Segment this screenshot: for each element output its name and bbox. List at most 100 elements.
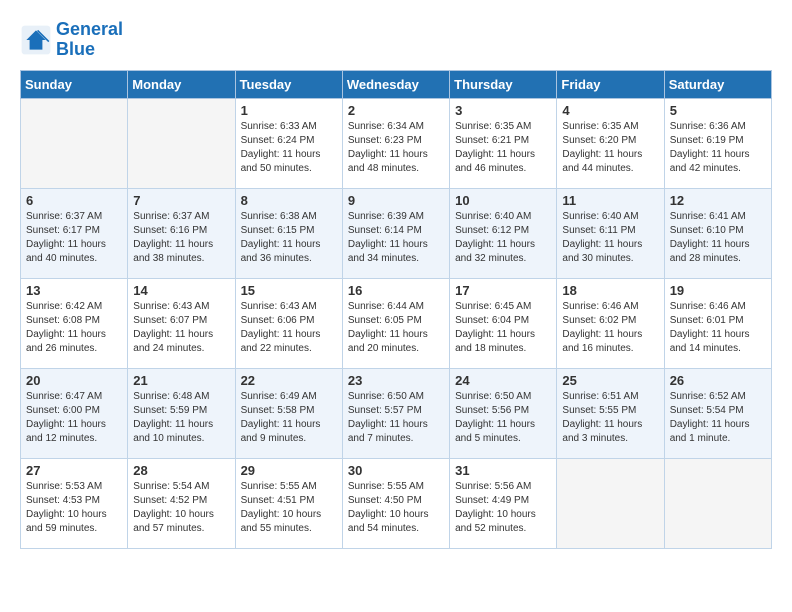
day-number: 1 [241, 103, 337, 118]
day-detail: Sunrise: 6:36 AMSunset: 6:19 PMDaylight:… [670, 120, 766, 176]
calendar-cell: 25 Sunrise: 6:51 AMSunset: 5:55 PMDayligh… [557, 368, 664, 458]
day-number: 5 [670, 103, 766, 118]
day-number: 24 [455, 373, 551, 388]
day-detail: Sunrise: 6:34 AMSunset: 6:23 PMDaylight:… [348, 120, 444, 176]
calendar-cell: 8 Sunrise: 6:38 AMSunset: 6:15 PMDaylight… [235, 188, 342, 278]
day-number: 27 [26, 463, 122, 478]
day-detail: Sunrise: 6:41 AMSunset: 6:10 PMDaylight:… [670, 210, 766, 266]
calendar-cell: 20 Sunrise: 6:47 AMSunset: 6:00 PMDayligh… [21, 368, 128, 458]
page-header: General Blue [20, 20, 772, 60]
calendar-cell [128, 98, 235, 188]
day-detail: Sunrise: 6:51 AMSunset: 5:55 PMDaylight:… [562, 390, 658, 446]
week-row-5: 27 Sunrise: 5:53 AMSunset: 4:53 PMDayligh… [21, 458, 772, 548]
day-header-saturday: Saturday [664, 70, 771, 98]
day-number: 28 [133, 463, 229, 478]
day-number: 16 [348, 283, 444, 298]
day-number: 22 [241, 373, 337, 388]
calendar-cell: 3 Sunrise: 6:35 AMSunset: 6:21 PMDaylight… [450, 98, 557, 188]
calendar-table: SundayMondayTuesdayWednesdayThursdayFrid… [20, 70, 772, 549]
day-number: 20 [26, 373, 122, 388]
day-number: 30 [348, 463, 444, 478]
calendar-cell [21, 98, 128, 188]
calendar-cell: 6 Sunrise: 6:37 AMSunset: 6:17 PMDaylight… [21, 188, 128, 278]
day-number: 3 [455, 103, 551, 118]
logo-general: General [56, 19, 123, 39]
calendar-cell: 11 Sunrise: 6:40 AMSunset: 6:11 PMDayligh… [557, 188, 664, 278]
calendar-cell: 18Sunrise: 6:46 AMSunset: 6:02 PMDayligh… [557, 278, 664, 368]
logo: General Blue [20, 20, 123, 60]
calendar-cell: 12 Sunrise: 6:41 AMSunset: 6:10 PMDayligh… [664, 188, 771, 278]
week-row-1: 1 Sunrise: 6:33 AMSunset: 6:24 PMDaylight… [21, 98, 772, 188]
day-number: 12 [670, 193, 766, 208]
calendar-cell: 21Sunrise: 6:48 AMSunset: 5:59 PMDayligh… [128, 368, 235, 458]
day-header-thursday: Thursday [450, 70, 557, 98]
day-detail: Sunrise: 6:50 AMSunset: 5:57 PMDaylight:… [348, 390, 444, 446]
day-detail: Sunrise: 6:43 AMSunset: 6:07 PMDaylight:… [133, 300, 229, 356]
day-number: 10 [455, 193, 551, 208]
day-detail: Sunrise: 6:38 AMSunset: 6:15 PMDaylight:… [241, 210, 337, 266]
calendar-cell: 22 Sunrise: 6:49 AMSunset: 5:58 PMDayligh… [235, 368, 342, 458]
day-detail: Sunrise: 6:47 AMSunset: 6:00 PMDaylight:… [26, 390, 122, 446]
day-number: 31 [455, 463, 551, 478]
day-header-friday: Friday [557, 70, 664, 98]
calendar-cell: 4 Sunrise: 6:35 AMSunset: 6:20 PMDaylight… [557, 98, 664, 188]
calendar-cell [664, 458, 771, 548]
calendar-cell: 23Sunrise: 6:50 AMSunset: 5:57 PMDayligh… [342, 368, 449, 458]
week-row-2: 6 Sunrise: 6:37 AMSunset: 6:17 PMDaylight… [21, 188, 772, 278]
calendar-cell: 15Sunrise: 6:43 AMSunset: 6:06 PMDayligh… [235, 278, 342, 368]
week-row-3: 13Sunrise: 6:42 AMSunset: 6:08 PMDayligh… [21, 278, 772, 368]
day-number: 19 [670, 283, 766, 298]
day-detail: Sunrise: 6:46 AMSunset: 6:01 PMDaylight:… [670, 300, 766, 356]
day-number: 14 [133, 283, 229, 298]
day-detail: Sunrise: 6:48 AMSunset: 5:59 PMDaylight:… [133, 390, 229, 446]
day-number: 29 [241, 463, 337, 478]
day-detail: Sunrise: 6:37 AMSunset: 6:17 PMDaylight:… [26, 210, 122, 266]
day-detail: Sunrise: 5:54 AMSunset: 4:52 PMDaylight:… [133, 480, 229, 536]
calendar-cell: 30 Sunrise: 5:55 AMSunset: 4:50 PMDayligh… [342, 458, 449, 548]
day-number: 18 [562, 283, 658, 298]
day-detail: Sunrise: 6:39 AMSunset: 6:14 PMDaylight:… [348, 210, 444, 266]
logo-blue: Blue [56, 39, 95, 59]
day-number: 4 [562, 103, 658, 118]
calendar-cell: 26 Sunrise: 6:52 AMSunset: 5:54 PMDayligh… [664, 368, 771, 458]
calendar-cell: 19 Sunrise: 6:46 AMSunset: 6:01 PMDayligh… [664, 278, 771, 368]
calendar-cell: 13Sunrise: 6:42 AMSunset: 6:08 PMDayligh… [21, 278, 128, 368]
calendar-cell: 2 Sunrise: 6:34 AMSunset: 6:23 PMDaylight… [342, 98, 449, 188]
day-header-wednesday: Wednesday [342, 70, 449, 98]
day-number: 25 [562, 373, 658, 388]
day-detail: Sunrise: 6:44 AMSunset: 6:05 PMDaylight:… [348, 300, 444, 356]
day-number: 11 [562, 193, 658, 208]
calendar-cell: 16 Sunrise: 6:44 AMSunset: 6:05 PMDayligh… [342, 278, 449, 368]
day-detail: Sunrise: 5:53 AMSunset: 4:53 PMDaylight:… [26, 480, 122, 536]
day-header-tuesday: Tuesday [235, 70, 342, 98]
day-number: 13 [26, 283, 122, 298]
day-detail: Sunrise: 6:43 AMSunset: 6:06 PMDaylight:… [241, 300, 337, 356]
day-detail: Sunrise: 6:52 AMSunset: 5:54 PMDaylight:… [670, 390, 766, 446]
day-number: 7 [133, 193, 229, 208]
calendar-cell [557, 458, 664, 548]
logo-text: General Blue [56, 20, 123, 60]
day-number: 6 [26, 193, 122, 208]
day-detail: Sunrise: 6:33 AMSunset: 6:24 PMDaylight:… [241, 120, 337, 176]
day-detail: Sunrise: 5:55 AMSunset: 4:51 PMDaylight:… [241, 480, 337, 536]
day-number: 8 [241, 193, 337, 208]
day-detail: Sunrise: 5:56 AMSunset: 4:49 PMDaylight:… [455, 480, 551, 536]
day-detail: Sunrise: 6:49 AMSunset: 5:58 PMDaylight:… [241, 390, 337, 446]
day-detail: Sunrise: 6:40 AMSunset: 6:12 PMDaylight:… [455, 210, 551, 266]
day-detail: Sunrise: 6:45 AMSunset: 6:04 PMDaylight:… [455, 300, 551, 356]
day-header-monday: Monday [128, 70, 235, 98]
day-detail: Sunrise: 5:55 AMSunset: 4:50 PMDaylight:… [348, 480, 444, 536]
day-number: 17 [455, 283, 551, 298]
day-number: 26 [670, 373, 766, 388]
calendar-cell: 14 Sunrise: 6:43 AMSunset: 6:07 PMDayligh… [128, 278, 235, 368]
calendar-cell: 27 Sunrise: 5:53 AMSunset: 4:53 PMDayligh… [21, 458, 128, 548]
calendar-cell: 5 Sunrise: 6:36 AMSunset: 6:19 PMDaylight… [664, 98, 771, 188]
day-detail: Sunrise: 6:40 AMSunset: 6:11 PMDaylight:… [562, 210, 658, 266]
day-detail: Sunrise: 6:35 AMSunset: 6:20 PMDaylight:… [562, 120, 658, 176]
day-detail: Sunrise: 6:35 AMSunset: 6:21 PMDaylight:… [455, 120, 551, 176]
header-row: SundayMondayTuesdayWednesdayThursdayFrid… [21, 70, 772, 98]
day-number: 9 [348, 193, 444, 208]
calendar-cell: 28 Sunrise: 5:54 AMSunset: 4:52 PMDayligh… [128, 458, 235, 548]
calendar-cell: 31 Sunrise: 5:56 AMSunset: 4:49 PMDayligh… [450, 458, 557, 548]
day-number: 2 [348, 103, 444, 118]
